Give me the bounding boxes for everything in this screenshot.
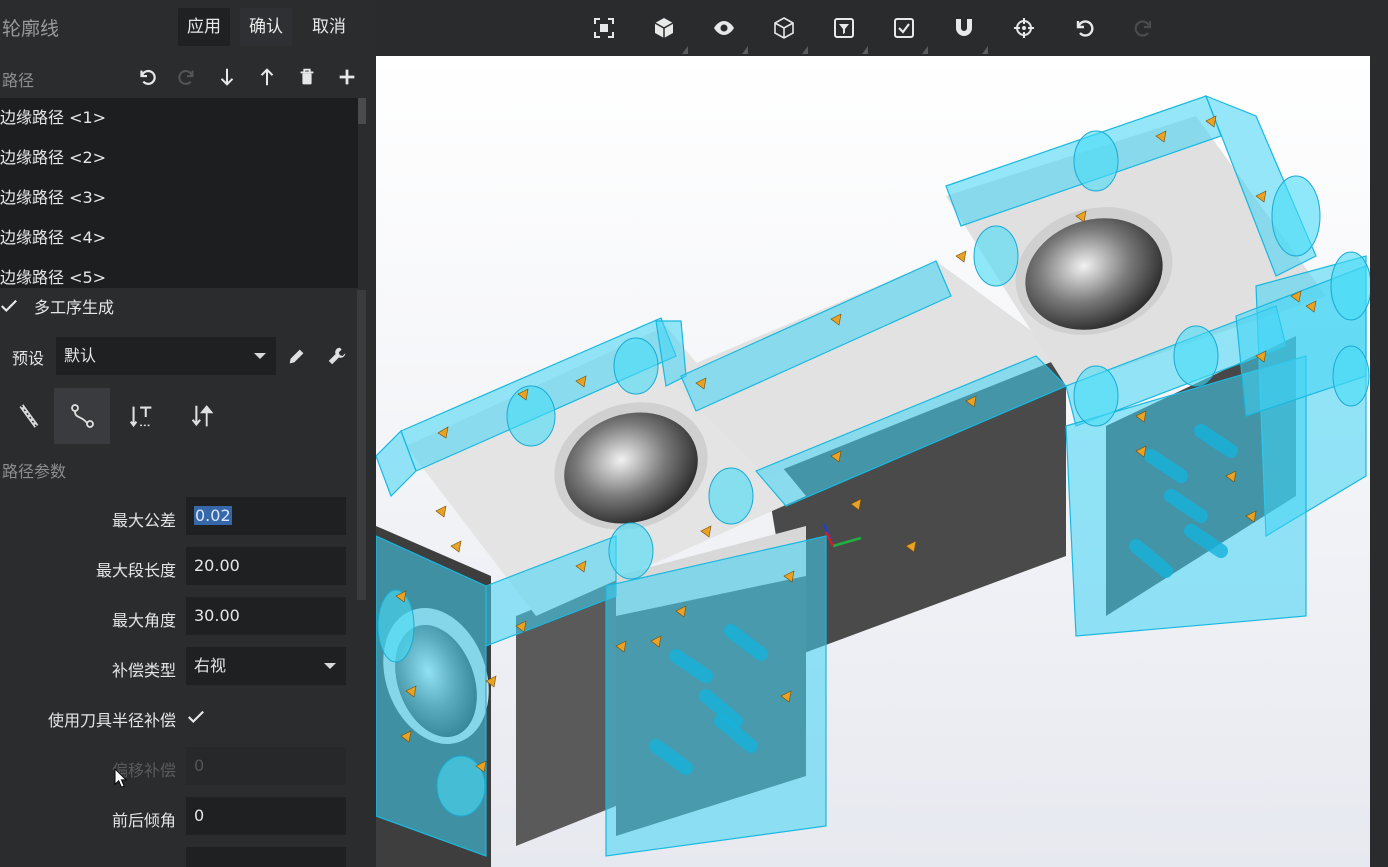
apply-button[interactable]: 应用	[178, 8, 230, 46]
tool-radius-checkbox[interactable]	[187, 708, 205, 726]
panel-title: 轮廓线	[2, 18, 60, 40]
crosshair-icon[interactable]	[1010, 14, 1038, 42]
filter-icon[interactable]	[830, 14, 858, 42]
scrollbar-thumb[interactable]	[358, 98, 366, 124]
wireframe-cube-icon[interactable]	[770, 14, 798, 42]
eye-icon[interactable]	[710, 14, 738, 42]
redo-icon[interactable]	[174, 64, 200, 90]
offset-input[interactable]: 0	[186, 747, 346, 785]
dropdown-tick[interactable]	[862, 46, 868, 54]
multi-op-label: 多工序生成	[34, 298, 115, 317]
tool-mode-icon[interactable]	[0, 388, 56, 444]
list-item[interactable]: 边缘路径 <4>	[0, 218, 106, 258]
tilt-input[interactable]: 0	[186, 797, 346, 835]
confirm-button[interactable]: 确认	[240, 8, 292, 46]
max-tolerance-input[interactable]: 0.02	[186, 497, 346, 535]
max-segment-input[interactable]: 20.00	[186, 547, 346, 585]
comp-type-label: 补偿类型	[111, 661, 176, 680]
viewport-right-border	[1370, 56, 1388, 867]
multi-op-checkbox[interactable]: 多工序生成	[0, 288, 114, 324]
depth-mode-icon[interactable]	[114, 388, 170, 444]
tilt-label: 前后倾角	[111, 811, 176, 830]
operation-panel: 轮廓线 应用 确认 取消 路径 边缘路径 <1> 边缘路径 <2> 边缘路径 <…	[0, 0, 376, 867]
viewport-toolbar	[376, 0, 1388, 56]
comp-type-select[interactable]: 右视	[186, 647, 346, 685]
dropdown-tick[interactable]	[682, 46, 688, 54]
mouse-cursor-icon	[114, 768, 127, 788]
redo-icon[interactable]	[1130, 14, 1158, 42]
max-angle-label: 最大角度	[111, 611, 176, 630]
wrench-icon[interactable]	[324, 343, 350, 369]
path-list-scrollbar[interactable]	[358, 98, 366, 288]
list-item[interactable]: 边缘路径 <5>	[0, 258, 106, 288]
move-up-icon[interactable]	[254, 64, 280, 90]
preset-value: 默认	[64, 346, 97, 365]
fit-view-icon[interactable]	[590, 14, 618, 42]
tool-radius-label: 使用刀具半径补偿	[47, 711, 176, 730]
panel-scrollbar[interactable]	[357, 290, 366, 600]
dropdown-tick[interactable]	[922, 46, 928, 54]
next-field-input[interactable]	[186, 847, 346, 867]
add-icon[interactable]	[334, 64, 360, 90]
move-down-icon[interactable]	[214, 64, 240, 90]
dropdown-tick[interactable]	[982, 46, 988, 54]
cancel-button[interactable]: 取消	[303, 8, 355, 46]
comp-type-value: 右视	[194, 656, 227, 675]
dropdown-tick[interactable]	[802, 46, 808, 54]
list-item[interactable]: 边缘路径 <2>	[0, 138, 106, 178]
preset-select[interactable]: 默认	[56, 337, 276, 375]
max-segment-label: 最大段长度	[95, 561, 176, 580]
link-mode-icon[interactable]	[174, 388, 230, 444]
undo-icon[interactable]	[134, 64, 160, 90]
view-cube-icon[interactable]	[650, 14, 678, 42]
edit-icon[interactable]	[284, 343, 310, 369]
path-section-label: 路径	[2, 71, 35, 90]
part-model[interactable]	[376, 56, 1388, 867]
magnet-icon[interactable]	[950, 14, 978, 42]
delete-icon[interactable]	[294, 64, 320, 90]
list-item[interactable]: 边缘路径 <3>	[0, 178, 106, 218]
chevron-down-icon	[324, 663, 336, 669]
undo-icon[interactable]	[1070, 14, 1098, 42]
max-angle-input[interactable]: 30.00	[186, 597, 346, 635]
list-item[interactable]: 边缘路径 <1>	[0, 98, 106, 138]
param-section-label: 路径参数	[2, 462, 67, 481]
check-box-icon[interactable]	[890, 14, 918, 42]
chevron-down-icon	[254, 353, 266, 359]
3d-viewport[interactable]	[376, 56, 1388, 867]
check-icon	[1, 299, 17, 313]
dropdown-tick[interactable]	[742, 46, 748, 54]
panel-header: 轮廓线 应用 确认 取消	[0, 0, 376, 54]
path-list[interactable]: 边缘路径 <1> 边缘路径 <2> 边缘路径 <3> 边缘路径 <4> 边缘路径…	[0, 98, 358, 288]
max-tolerance-value: 0.02	[194, 506, 232, 525]
path-mode-icon[interactable]	[54, 388, 110, 444]
preset-label: 预设	[12, 349, 45, 368]
max-tolerance-label: 最大公差	[111, 511, 176, 530]
